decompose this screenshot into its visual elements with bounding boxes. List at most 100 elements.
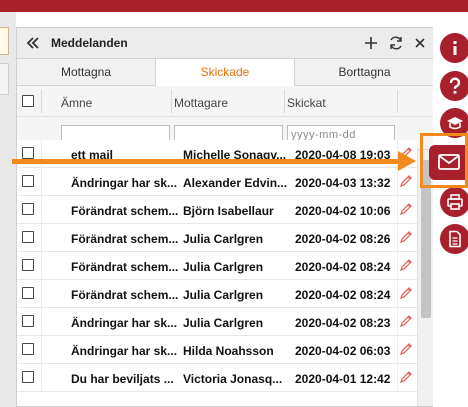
tab-bar: Mottagna Skickade Borttagna (17, 59, 433, 87)
education-icon (447, 117, 463, 130)
row-sent: 2020-04-02 06:03 (295, 344, 391, 358)
table-row[interactable]: Förändrat schem... Julia Carlgren 2020-0… (17, 224, 417, 252)
panel-header: Meddelanden (17, 28, 433, 59)
table-row[interactable]: Ändringar har sk... Hilda Noahsson 2020-… (17, 336, 417, 364)
row-sent: 2020-04-01 12:42 (295, 372, 391, 386)
print-button[interactable] (440, 187, 468, 217)
cell-divider (397, 308, 398, 336)
left-panel-edge (0, 27, 9, 55)
row-checkbox[interactable] (22, 231, 34, 243)
table-row[interactable]: Du har beviljats ... Victoria Jonasq... … (17, 364, 417, 392)
table-row[interactable]: Förändrat schem... Julia Carlgren 2020-0… (17, 252, 417, 280)
row-checkbox[interactable] (22, 259, 34, 271)
row-subject: Förändrat schem... (71, 260, 179, 274)
help-icon (449, 77, 461, 94)
double-chevron-left-icon[interactable] (25, 35, 41, 51)
row-sent: 2020-04-02 08:26 (295, 232, 391, 246)
edit-icon[interactable] (399, 174, 413, 188)
plus-icon[interactable] (363, 35, 379, 51)
row-subject: Ändringar har sk... (71, 316, 178, 330)
panel-title: Meddelanden (51, 36, 128, 50)
row-checkbox[interactable] (22, 203, 34, 215)
table-row[interactable]: Ändringar har sk... Julia Carlgren 2020-… (17, 308, 417, 336)
cell-divider (41, 252, 42, 280)
info-icon (453, 41, 457, 55)
edit-icon[interactable] (399, 370, 413, 384)
column-recipient[interactable]: Mottagare (174, 96, 228, 110)
refresh-icon[interactable] (388, 35, 404, 51)
cell-divider (397, 364, 398, 392)
column-header: Ämne Mottagare Skickat (17, 86, 433, 117)
scrollbar[interactable] (417, 150, 433, 406)
table-row[interactable]: Förändrat schem... Björn Isabellaur 2020… (17, 196, 417, 224)
row-recipient: Alexander Edvin... (183, 176, 288, 190)
row-subject: Förändrat schem... (71, 288, 179, 302)
cell-divider (41, 336, 42, 364)
row-subject: Förändrat schem... (71, 204, 179, 218)
edit-icon[interactable] (399, 342, 413, 356)
row-sent: 2020-04-02 08:24 (295, 288, 391, 302)
row-checkbox[interactable] (22, 287, 34, 299)
cell-divider (397, 336, 398, 364)
row-checkbox[interactable] (22, 147, 34, 159)
cell-divider (41, 308, 42, 336)
left-panel-edge (0, 63, 9, 95)
cell-divider (397, 280, 398, 308)
cell-divider (41, 280, 42, 308)
row-subject: Ändringar har sk... (71, 344, 178, 358)
edit-icon[interactable] (399, 230, 413, 244)
table-row[interactable]: Ändringar har sk... Alexander Edvin... 2… (17, 168, 417, 196)
row-recipient: Julia Carlgren (183, 288, 264, 302)
annotation-highlight-box (420, 133, 468, 188)
column-sent[interactable]: Skickat (287, 96, 326, 110)
tab-mottagna[interactable]: Mottagna (17, 59, 155, 86)
cell-divider (397, 224, 398, 252)
row-checkbox[interactable] (22, 175, 34, 187)
row-checkbox[interactable] (22, 371, 34, 383)
edit-icon[interactable] (399, 258, 413, 272)
row-recipient: Julia Carlgren (183, 260, 264, 274)
select-all-checkbox[interactable] (22, 95, 34, 107)
cell-divider (397, 252, 398, 280)
top-bar (0, 0, 468, 12)
row-subject: Förändrat schem... (71, 232, 179, 246)
row-recipient: Victoria Jonasq... (183, 372, 283, 386)
cell-divider (397, 168, 398, 196)
column-divider (284, 90, 285, 113)
row-recipient: Björn Isabellaur (183, 204, 274, 218)
cell-divider (397, 196, 398, 224)
help-button[interactable] (440, 71, 468, 101)
info-button[interactable] (440, 33, 468, 63)
cell-divider (41, 364, 42, 392)
row-sent: 2020-04-02 08:23 (295, 316, 391, 330)
row-checkbox[interactable] (22, 343, 34, 355)
row-recipient: Hilda Noahsson (183, 344, 274, 358)
row-recipient: Julia Carlgren (183, 316, 264, 330)
edit-icon[interactable] (399, 286, 413, 300)
tab-skickade[interactable]: Skickade (155, 59, 295, 87)
message-list: ett mail Michelle Sonaqv... 2020-04-08 1… (17, 140, 433, 406)
document-button[interactable] (440, 224, 468, 254)
edit-icon[interactable] (399, 202, 413, 216)
row-sent: 2020-04-02 08:24 (295, 260, 391, 274)
row-subject: Du har beviljats ... (71, 372, 174, 386)
tab-borttagna[interactable]: Borttagna (295, 59, 433, 86)
edit-icon[interactable] (399, 314, 413, 328)
row-sent: 2020-04-02 10:06 (295, 204, 391, 218)
table-row[interactable]: Förändrat schem... Julia Carlgren 2020-0… (17, 280, 417, 308)
print-icon (447, 194, 463, 210)
row-checkbox[interactable] (22, 315, 34, 327)
row-subject: Ändringar har sk... (71, 176, 178, 190)
column-subject[interactable]: Ämne (61, 96, 92, 110)
close-icon[interactable] (412, 35, 428, 51)
cell-divider (41, 168, 42, 196)
annotation-arrow (12, 159, 402, 164)
cell-divider (41, 196, 42, 224)
column-divider (171, 90, 172, 113)
annotation-arrow-head (398, 151, 416, 171)
row-recipient: Julia Carlgren (183, 232, 264, 246)
column-divider (41, 90, 42, 113)
cell-divider (41, 224, 42, 252)
document-icon (449, 230, 461, 248)
column-divider (397, 90, 398, 113)
